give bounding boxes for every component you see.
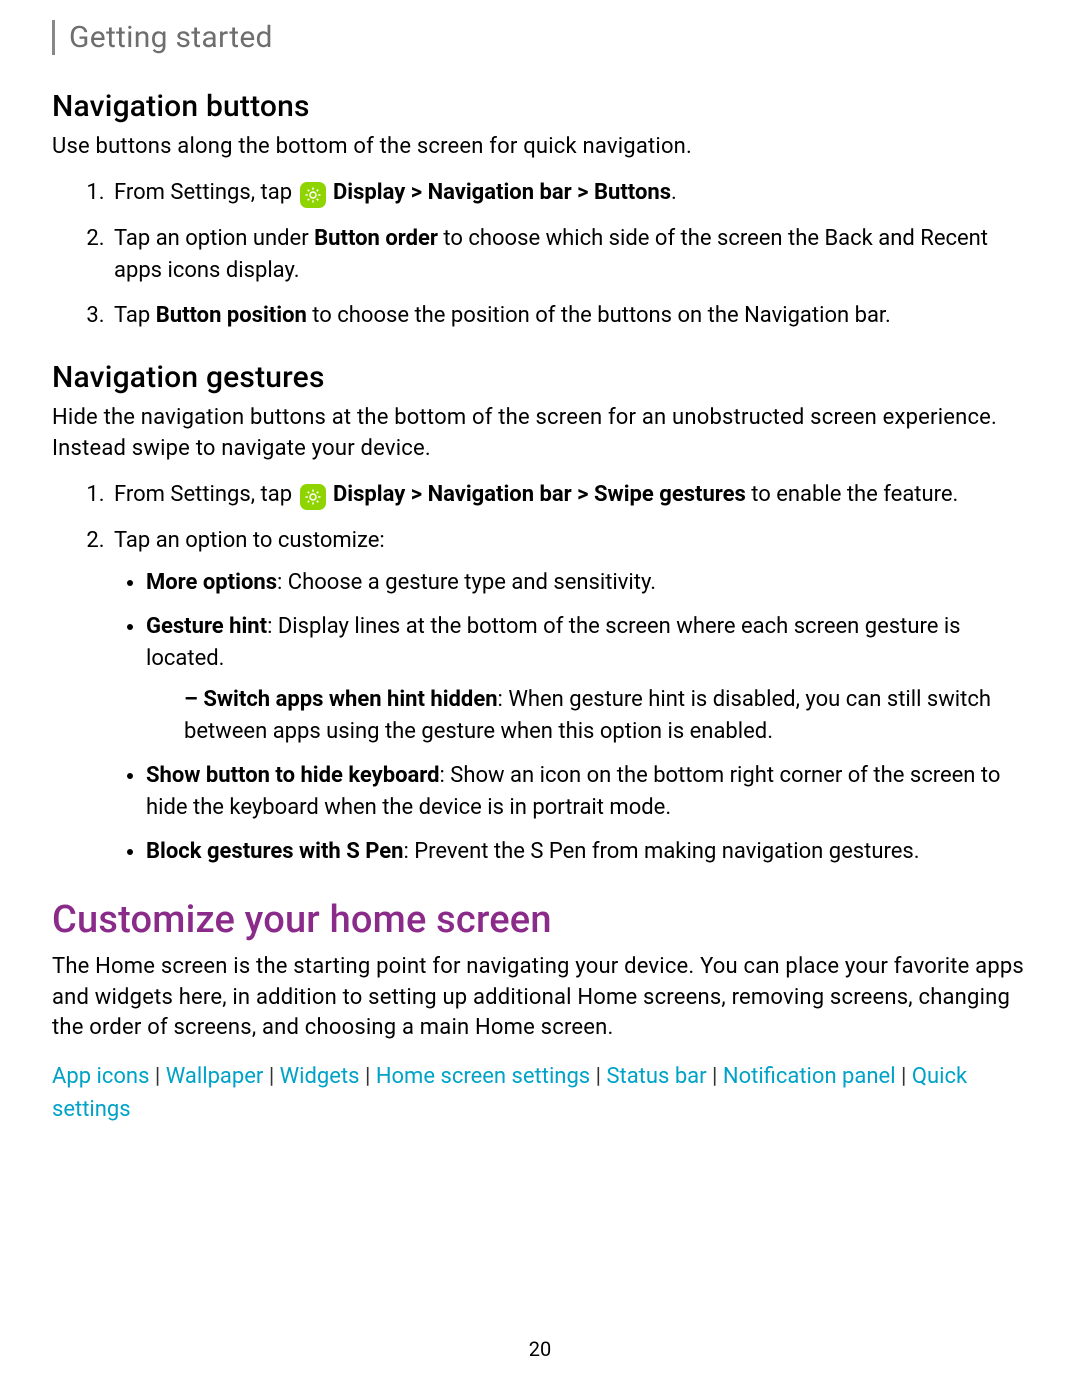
text: . xyxy=(671,180,677,205)
list-item: Tap Button position to choose the positi… xyxy=(110,300,1028,332)
bold-text: Block gestures with S Pen xyxy=(146,839,403,864)
text: Tap xyxy=(114,303,156,328)
link-status-bar[interactable]: Status bar xyxy=(606,1064,706,1089)
separator: | xyxy=(896,1064,912,1089)
nav-gestures-intro: Hide the navigation buttons at the botto… xyxy=(52,403,1028,465)
separator: | xyxy=(590,1064,606,1089)
text: : Choose a gesture type and sensitivity. xyxy=(277,570,656,595)
list-item: Gesture hint: Display lines at the botto… xyxy=(146,611,1028,749)
path-text: Display > Navigation bar > Buttons xyxy=(333,180,671,205)
bold-text: Switch apps when hint hidden xyxy=(203,687,497,712)
text: to choose the position of the buttons on… xyxy=(307,303,891,328)
list-item: Show button to hide keyboard: Show an ic… xyxy=(146,760,1028,824)
link-app-icons[interactable]: App icons xyxy=(52,1064,149,1089)
path-text: Display > Navigation bar > Swipe gesture… xyxy=(333,482,746,507)
display-icon xyxy=(300,182,326,208)
topic-links: App icons | Wallpaper | Widgets | Home s… xyxy=(52,1060,1028,1126)
text: : Display lines at the bottom of the scr… xyxy=(146,614,961,671)
link-notification-panel[interactable]: Notification panel xyxy=(723,1064,896,1089)
bold-text: More options xyxy=(146,570,277,595)
text: to enable the feature. xyxy=(746,482,959,507)
page-content: Getting started Navigation buttons Use b… xyxy=(0,0,1080,1397)
section-header: Getting started xyxy=(52,20,1028,55)
list-item: From Settings, tap Display > Navigation … xyxy=(110,479,1028,511)
list-item: Tap an option under Button order to choo… xyxy=(110,223,1028,287)
bold-text: Show button to hide keyboard xyxy=(146,763,440,788)
bold-text: Gesture hint xyxy=(146,614,267,639)
link-home-screen-settings[interactable]: Home screen settings xyxy=(376,1064,590,1089)
list-item: From Settings, tap Display > Navigation … xyxy=(110,177,1028,209)
page-number: 20 xyxy=(0,1337,1080,1361)
list-item: Tap an option to customize: More options… xyxy=(110,525,1028,868)
bold-text: Button order xyxy=(314,226,438,251)
heading-customize-home: Customize your home screen xyxy=(52,898,1028,942)
nav-buttons-intro: Use buttons along the bottom of the scre… xyxy=(52,132,1028,163)
text: From Settings, tap xyxy=(114,482,298,507)
text: Tap an option to customize: xyxy=(114,528,385,553)
display-icon xyxy=(300,484,326,510)
customize-intro: The Home screen is the starting point fo… xyxy=(52,952,1028,1044)
sub-options: Switch apps when hint hidden: When gestu… xyxy=(146,684,1028,748)
customize-options: More options: Choose a gesture type and … xyxy=(114,567,1028,868)
link-wallpaper[interactable]: Wallpaper xyxy=(166,1064,264,1089)
text: : Prevent the S Pen from making navigati… xyxy=(403,839,919,864)
list-item: More options: Choose a gesture type and … xyxy=(146,567,1028,599)
separator: | xyxy=(360,1064,376,1089)
heading-navigation-gestures: Navigation gestures xyxy=(52,360,1028,395)
breadcrumb: Getting started xyxy=(69,20,273,55)
separator: | xyxy=(707,1064,723,1089)
heading-navigation-buttons: Navigation buttons xyxy=(52,89,1028,124)
separator: | xyxy=(149,1064,165,1089)
link-widgets[interactable]: Widgets xyxy=(280,1064,360,1089)
text: From Settings, tap xyxy=(114,180,298,205)
text: Tap an option under xyxy=(114,226,314,251)
nav-buttons-steps: From Settings, tap Display > Navigation … xyxy=(52,177,1028,333)
nav-gestures-steps: From Settings, tap Display > Navigation … xyxy=(52,479,1028,868)
list-item: Switch apps when hint hidden: When gestu… xyxy=(184,684,1028,748)
list-item: Block gestures with S Pen: Prevent the S… xyxy=(146,836,1028,868)
separator: | xyxy=(263,1064,279,1089)
bold-text: Button position xyxy=(156,303,307,328)
